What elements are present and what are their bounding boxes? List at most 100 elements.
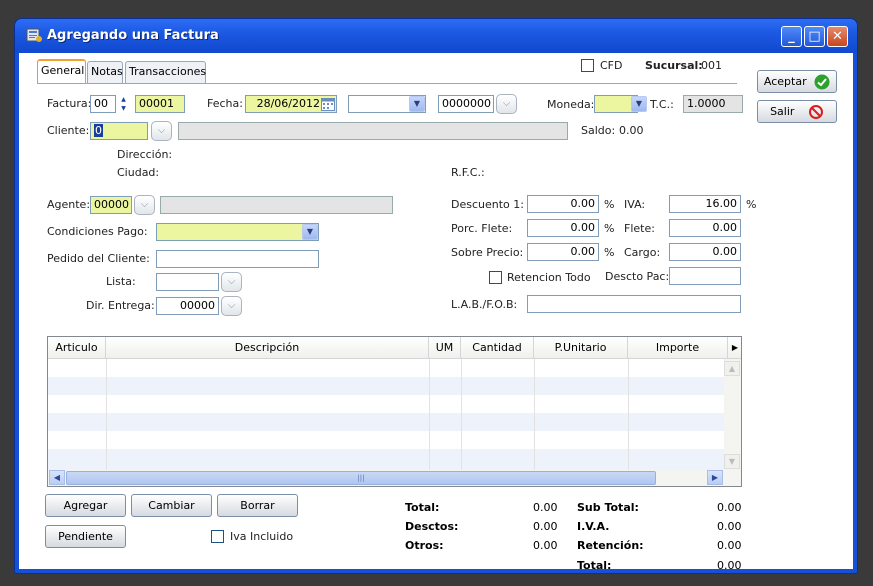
sucursal-value: 001 xyxy=(701,59,722,72)
table-row[interactable] xyxy=(48,413,725,431)
iva-input[interactable]: 16.00 xyxy=(669,195,741,213)
cfd-checkbox[interactable] xyxy=(581,59,594,72)
sobreprecio-label: Sobre Precio: xyxy=(451,246,524,259)
agente-nombre-field xyxy=(160,196,393,214)
tab-divider xyxy=(37,83,737,84)
scroll-right-header-icon[interactable]: ▶ xyxy=(728,337,741,359)
cambiar-button[interactable]: Cambiar xyxy=(131,494,212,517)
retencion-todo-checkbox[interactable] xyxy=(489,271,502,284)
col-descripcion[interactable]: Descripción xyxy=(106,337,429,359)
moneda-dropdown-arrow[interactable]: ▼ xyxy=(631,96,647,112)
cargo-input[interactable]: 0.00 xyxy=(669,243,741,261)
tab-transacciones[interactable]: Transacciones xyxy=(125,61,206,83)
sobreprecio-pct: % xyxy=(604,246,615,259)
tc-input: 1.0000 xyxy=(683,95,743,113)
check-icon xyxy=(814,74,830,90)
items-grid[interactable]: Articulo Descripción UM Cantidad P.Unita… xyxy=(47,336,742,487)
descuento-label: Descuento 1: xyxy=(451,198,524,211)
tipo-dropdown-arrow[interactable]: ▼ xyxy=(409,96,425,112)
pendiente-button[interactable]: Pendiente xyxy=(45,525,126,548)
agente-label: Agente: xyxy=(47,198,91,211)
agente-lookup-button[interactable]: ⌵ xyxy=(134,195,155,215)
factura-serie-input[interactable]: 00 xyxy=(90,95,116,113)
borrar-button[interactable]: Borrar xyxy=(217,494,298,517)
title-bar[interactable]: Agregando una Factura _ □ ✕ xyxy=(15,19,857,53)
factura-label: Factura: xyxy=(47,97,92,110)
table-row[interactable] xyxy=(48,359,725,377)
lista-input[interactable] xyxy=(156,273,219,291)
retencion-label: Retención: xyxy=(577,539,644,552)
flete-input[interactable]: 0.00 xyxy=(669,219,741,237)
tc-label: T.C.: xyxy=(650,98,674,111)
condiciones-dropdown-arrow[interactable]: ▼ xyxy=(302,224,318,240)
factura-serie-spinner[interactable]: ▲ ▼ xyxy=(118,95,129,113)
total-value: 0.00 xyxy=(533,501,558,514)
descuento-input[interactable]: 0.00 xyxy=(527,195,599,213)
flete-pct-symbol: % xyxy=(604,222,615,235)
col-importe[interactable]: Importe xyxy=(628,337,728,359)
desctos-label: Desctos: xyxy=(405,520,459,533)
iva-incluido-checkbox[interactable] xyxy=(211,530,224,543)
pedido-label: Pedido del Cliente: xyxy=(47,252,150,265)
pedido-input[interactable] xyxy=(156,250,319,268)
salir-button[interactable]: Salir xyxy=(757,100,837,123)
flete-pct-input[interactable]: 0.00 xyxy=(527,219,599,237)
maximize-button[interactable]: □ xyxy=(804,26,825,47)
flete-pct-label: Porc. Flete: xyxy=(451,222,513,235)
calendar-icon[interactable] xyxy=(321,97,335,111)
numero-input[interactable]: 0000000 xyxy=(438,95,494,113)
horizontal-scroll-thumb[interactable]: ||| xyxy=(66,471,656,485)
col-um[interactable]: UM xyxy=(429,337,461,359)
numero-lookup-button[interactable]: ⌵ xyxy=(496,94,517,114)
dir-entrega-lookup-button[interactable]: ⌵ xyxy=(221,296,242,316)
scroll-left-icon[interactable]: ◀ xyxy=(49,470,65,485)
horizontal-scrollbar[interactable]: ◀ ||| ▶ xyxy=(48,470,741,486)
chevron-down-icon: ▼ xyxy=(635,99,643,108)
chevron-down-icon: ⌵ xyxy=(157,125,166,136)
spin-up-icon[interactable]: ▲ xyxy=(118,95,129,104)
close-button[interactable]: ✕ xyxy=(827,26,848,47)
cliente-input[interactable]: 0 xyxy=(90,122,148,140)
dir-entrega-input[interactable]: 00000 xyxy=(156,297,219,315)
tab-notas[interactable]: Notas xyxy=(87,61,123,83)
factura-numero-input[interactable]: 00001 xyxy=(135,95,185,113)
table-row[interactable] xyxy=(48,449,725,471)
condiciones-select[interactable] xyxy=(156,223,319,241)
table-row[interactable] xyxy=(48,431,725,449)
minimize-button[interactable]: _ xyxy=(781,26,802,47)
chevron-down-icon: ▼ xyxy=(413,99,421,108)
sucursal-label: Sucursal: xyxy=(645,59,703,72)
tab-general[interactable]: General xyxy=(37,59,86,84)
app-icon xyxy=(26,28,42,42)
lab-input[interactable] xyxy=(527,295,741,313)
table-row[interactable] xyxy=(48,395,725,413)
scroll-down-icon[interactable]: ▼ xyxy=(724,454,740,469)
aceptar-button[interactable]: Aceptar xyxy=(757,70,837,93)
col-punitario[interactable]: P.Unitario xyxy=(534,337,628,359)
col-divider xyxy=(534,359,535,471)
col-articulo[interactable]: Articulo xyxy=(48,337,106,359)
scroll-right-icon[interactable]: ▶ xyxy=(707,470,723,485)
window-client-area: General Notas Transacciones CFD Sucursal… xyxy=(19,53,853,572)
total-label: Total: xyxy=(405,501,440,514)
salir-label: Salir xyxy=(770,105,795,118)
agregar-button[interactable]: Agregar xyxy=(45,494,126,517)
retencion-value: 0.00 xyxy=(717,539,742,552)
descto-pac-input[interactable] xyxy=(669,267,741,285)
no-entry-icon xyxy=(808,105,823,119)
sobreprecio-input[interactable]: 0.00 xyxy=(527,243,599,261)
table-row[interactable] xyxy=(48,377,725,395)
cliente-lookup-button[interactable]: ⌵ xyxy=(151,121,172,141)
lab-label: L.A.B./F.O.B: xyxy=(451,298,518,311)
lista-lookup-button[interactable]: ⌵ xyxy=(221,272,242,292)
iva-incluido-label: Iva Incluido xyxy=(230,530,294,543)
iva-pct: % xyxy=(746,198,757,211)
spin-down-icon[interactable]: ▼ xyxy=(118,104,129,113)
saldo-value: 0.00 xyxy=(619,124,644,137)
vertical-scrollbar[interactable]: ▲ ▼ xyxy=(724,359,741,471)
agente-input[interactable]: 00000 xyxy=(90,196,132,214)
scroll-up-icon[interactable]: ▲ xyxy=(724,361,740,376)
col-cantidad[interactable]: Cantidad xyxy=(461,337,534,359)
aceptar-label: Aceptar xyxy=(763,75,807,88)
cfd-label: CFD xyxy=(600,59,623,72)
